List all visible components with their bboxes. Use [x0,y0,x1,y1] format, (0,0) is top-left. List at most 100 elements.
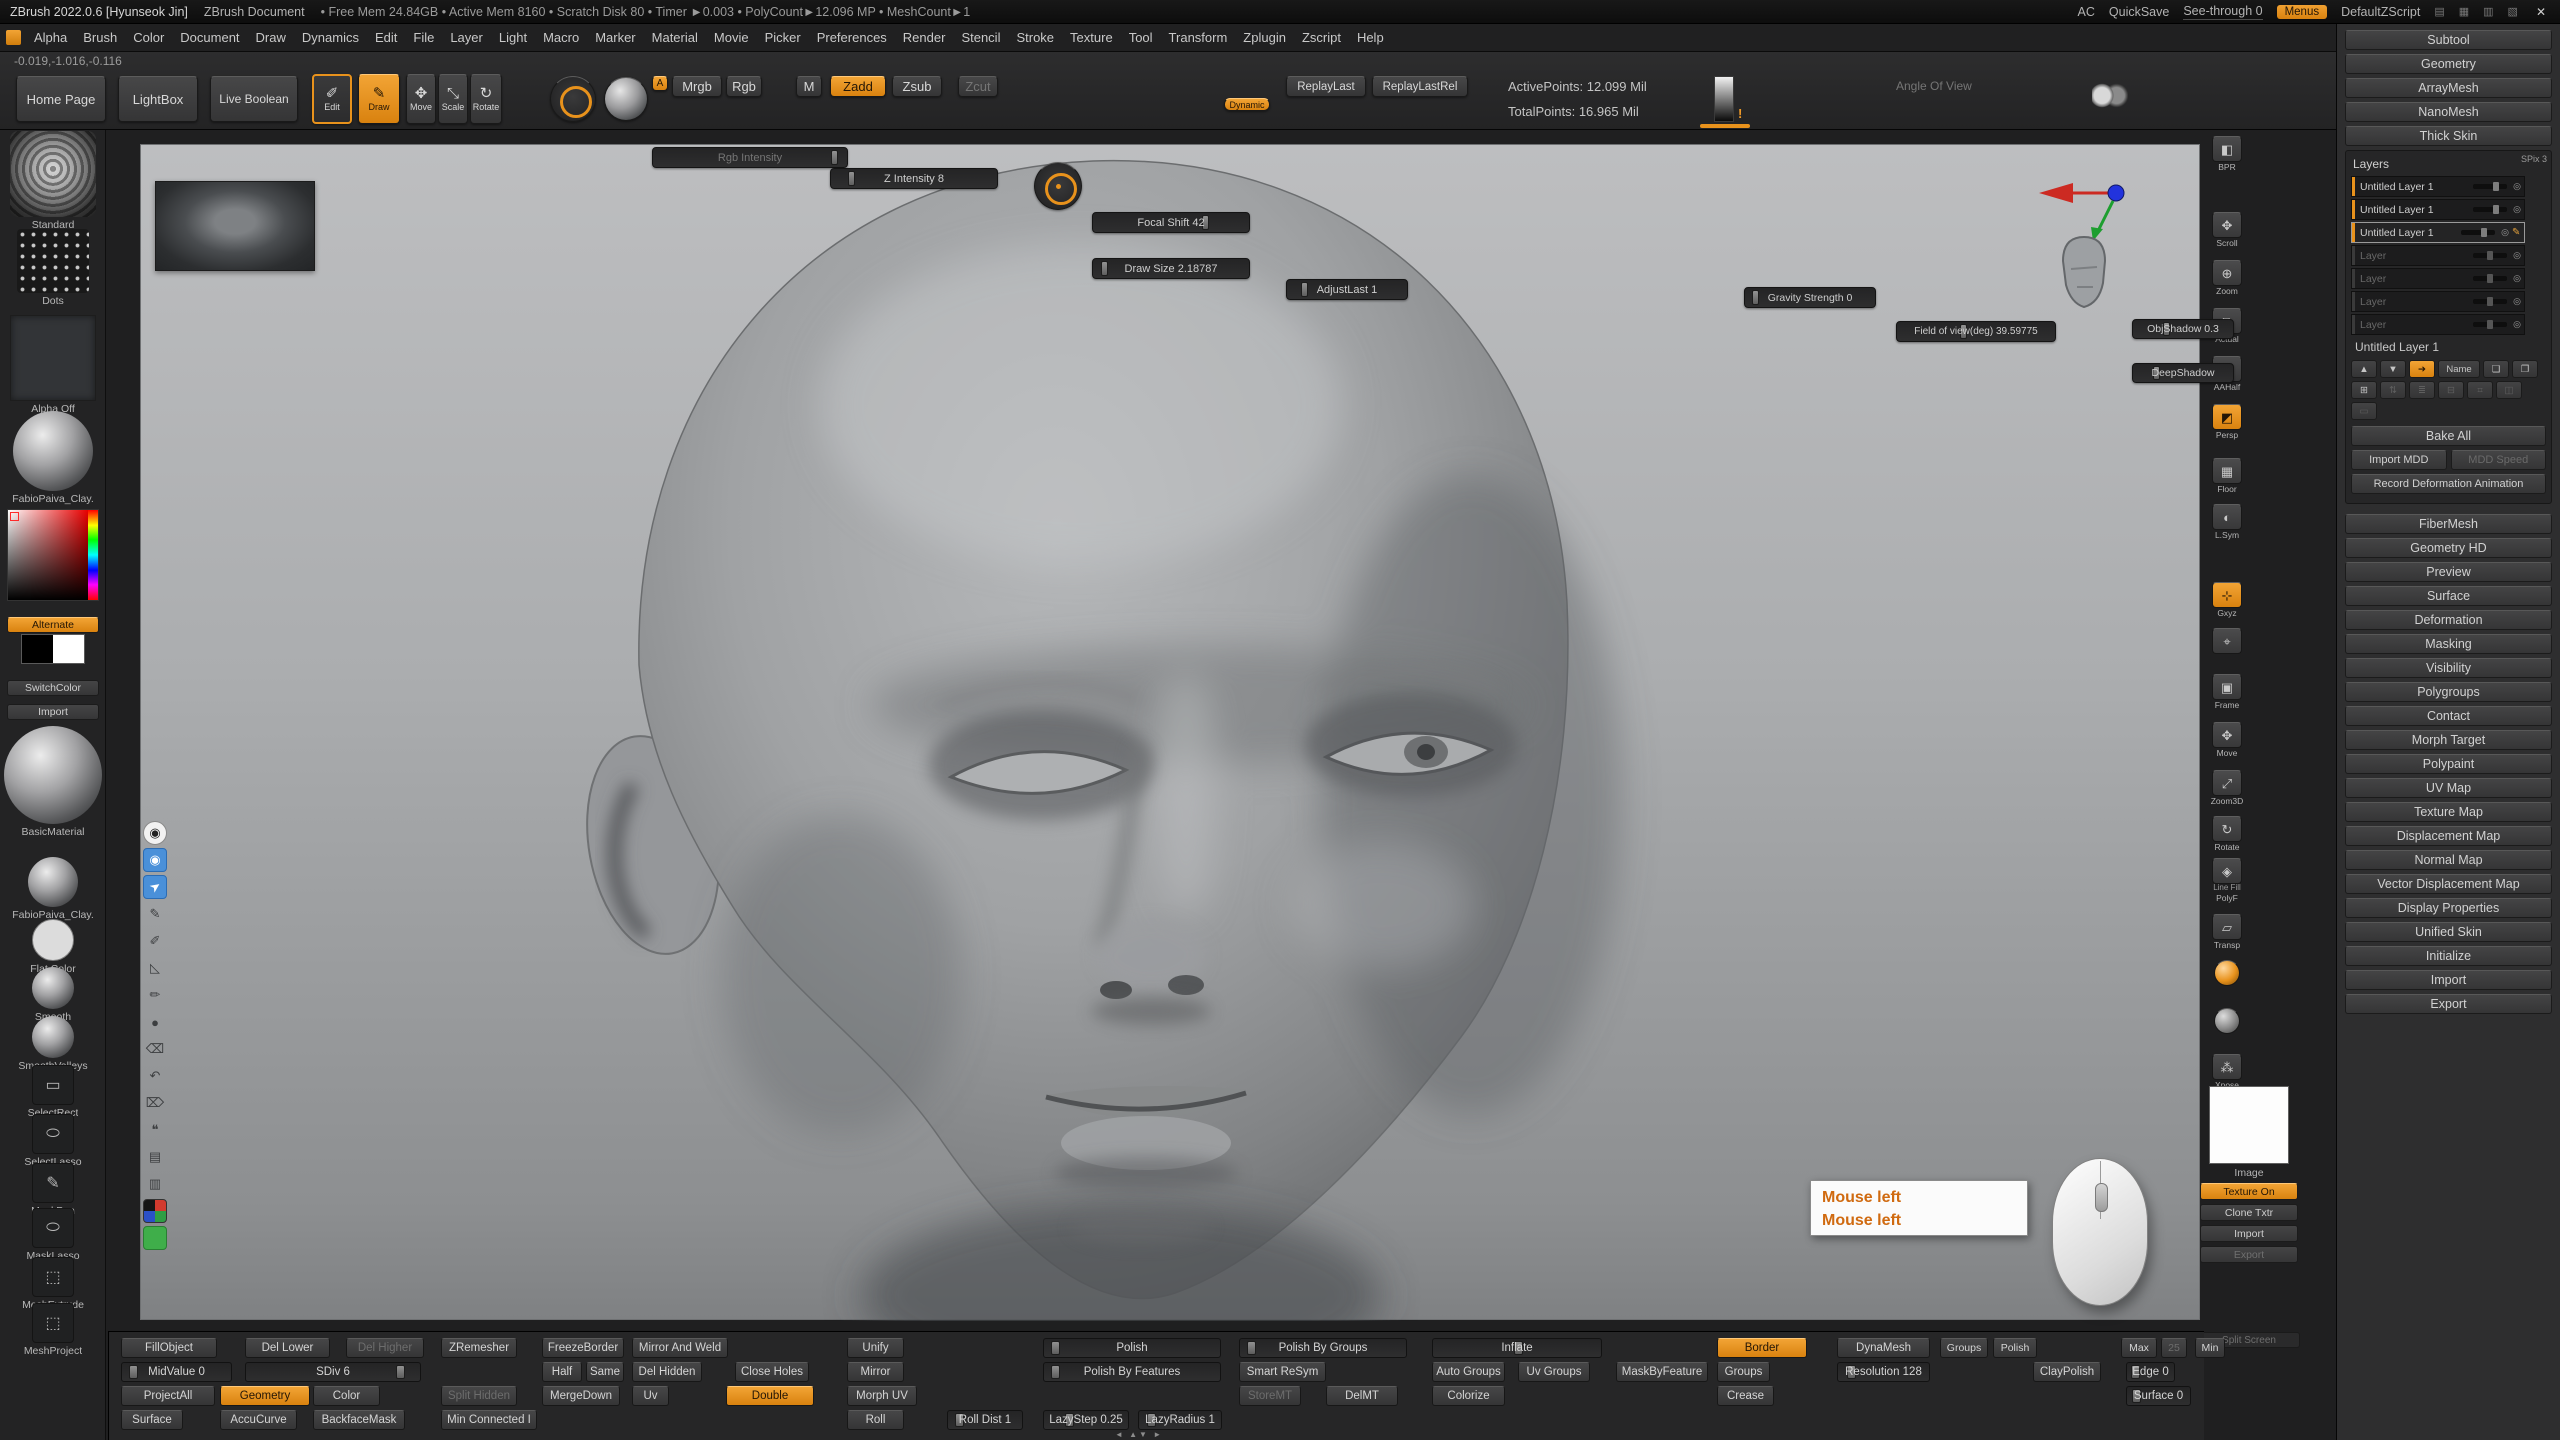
layer-action-button[interactable]: ⇅ [2380,381,2406,399]
tray-item[interactable]: FabioPaiva_Clay. [0,411,106,505]
layer-intensity-slider[interactable] [2473,207,2507,212]
menu-item[interactable]: Light [491,27,535,48]
dock-button[interactable]: Roll Dist 1 [947,1410,1023,1430]
alpha-gradient-thumbnail[interactable] [1714,76,1734,122]
dock-button[interactable]: LazyStep 0.25 [1043,1410,1129,1430]
eraser-icon[interactable]: ⌫ [143,1037,167,1061]
dock-button[interactable]: Surface 0 [2126,1386,2191,1406]
layer-intensity-slider[interactable] [2473,253,2507,258]
right-shelf-button[interactable]: ◈ Line Fill PolyF [2204,858,2250,903]
zbrush-logo[interactable] [6,30,21,45]
Layer[interactable]: Layer ◎ ✎ [2351,268,2525,289]
dock-button[interactable]: BackfaceMask [313,1410,405,1430]
tray-thumbnail[interactable] [10,131,96,217]
menu-item[interactable]: Macro [535,27,587,48]
menu-item[interactable]: Texture [1062,27,1121,48]
clipboard-icon[interactable]: ▥ [143,1172,167,1196]
dot-brush-icon[interactable]: ● [143,1010,167,1034]
default-zscript-button[interactable]: DefaultZScript [2341,5,2420,19]
layout-icon[interactable]: ▤ [2434,5,2444,18]
current-material-button[interactable] [604,77,648,121]
right-shelf-icon[interactable]: ▣ [2212,674,2242,700]
layer-action-button[interactable]: ▼ [2380,360,2406,378]
dock-button[interactable]: Polish [1043,1338,1221,1358]
right-shelf-button[interactable]: ⊹ Gxyz [2204,582,2250,618]
dock-button[interactable]: LazyRadius 1 [1138,1410,1222,1430]
layer-intensity-slider[interactable] [2461,230,2495,235]
dock-button[interactable]: StoreMT [1239,1386,1301,1406]
Layer[interactable]: Layer ◎ ✎ [2351,245,2525,266]
tray-item[interactable] [0,509,106,603]
texture-thumbnail[interactable] [2209,1086,2289,1164]
tray-thumbnail[interactable] [32,1208,74,1248]
draw-mode-button[interactable]: ✎Draw [358,74,400,124]
layer-intensity-slider[interactable] [2473,299,2507,304]
marker-icon[interactable]: ✐ [143,929,167,953]
tray-thumbnail[interactable] [28,857,78,907]
move-mode-button[interactable]: ✥Move [406,74,436,124]
z-intensity-slider[interactable]: Z Intensity 8 [830,168,998,189]
palette-section-button[interactable]: Preview [2345,562,2552,582]
right-shelf-button[interactable]: ✥ Move [2204,722,2250,758]
dock-button[interactable]: Double [726,1386,814,1406]
palette-section-button[interactable]: Polypaint [2345,754,2552,774]
dock-button[interactable]: Polish By Features [1043,1362,1221,1382]
dock-button[interactable]: Surface [121,1410,183,1430]
dock-button[interactable]: Colorize [1432,1386,1505,1406]
replay-last-button[interactable]: ReplayLast [1286,76,1366,97]
right-shelf-button[interactable]: ◩ Persp [2204,404,2250,440]
mrgb-button[interactable]: Mrgb [672,76,722,97]
layer-eye-icon[interactable]: ◎ [2510,204,2524,215]
image-icon[interactable]: ▤ [143,1145,167,1169]
rotate-mode-button[interactable]: ↻Rotate [470,74,502,124]
menu-item[interactable]: Layer [442,27,491,48]
palette-section-button[interactable]: Displacement Map [2345,826,2552,846]
dock-button[interactable]: Close Holes [735,1362,809,1382]
deep-shadow-slider[interactable]: DeepShadow [2132,363,2234,383]
menu-item[interactable]: File [405,27,442,48]
stroke-preview-button[interactable] [1034,162,1082,210]
layer-action-button[interactable]: Name [2438,360,2480,378]
dock-button[interactable]: Del Hidden [632,1362,702,1382]
palette-section-button[interactable]: Geometry [2345,54,2552,74]
palette-section-button[interactable]: Initialize [2345,946,2552,966]
live-boolean-button[interactable]: Live Boolean [210,76,298,122]
dock-button[interactable]: Resolution 128 [1837,1362,1930,1382]
dock-button[interactable]: FillObject [121,1338,217,1358]
right-shelf-icon[interactable]: ⊕ [2212,260,2242,286]
menu-item[interactable]: Brush [75,27,125,48]
right-shelf-button[interactable]: ● [2204,960,2250,987]
tray-item[interactable]: SelectRect [0,1065,106,1119]
palette-section-button[interactable]: Display Properties [2345,898,2552,918]
layer-action-button[interactable]: ❐ [2512,360,2538,378]
tray-item[interactable]: Import [0,702,106,720]
dock-button[interactable]: Mirror [847,1362,904,1382]
dock-button[interactable]: Edge 0 [2126,1362,2175,1382]
menu-item[interactable]: Marker [587,27,643,48]
dock-button[interactable]: Uv [632,1386,669,1406]
right-shelf-button[interactable]: ▦ Floor [2204,458,2250,494]
dock-button[interactable]: Max [2121,1338,2157,1358]
dock-button[interactable]: Split Hidden [441,1386,517,1406]
dock-button[interactable]: MergeDown [542,1386,620,1406]
right-shelf-button[interactable]: ◧ BPR [2204,136,2250,172]
zadd-button[interactable]: Zadd [830,76,886,97]
palette-section-button[interactable]: Geometry HD [2345,538,2552,558]
menu-item[interactable]: Alpha [26,27,75,48]
dock-button[interactable]: Color [313,1386,380,1406]
right-shelf-button[interactable]: ⊕ Zoom [2204,260,2250,296]
Untitled Layer 1[interactable]: Untitled Layer 1 ◎ ✎ [2351,176,2525,197]
palette-section-button[interactable]: Contact [2345,706,2552,726]
tray-thumbnail[interactable] [10,315,96,401]
Untitled Layer 1[interactable]: Untitled Layer 1 ◎ ✎ [2351,222,2525,243]
pen-icon[interactable]: ✎ [143,902,167,926]
dock-button[interactable]: ZRemesher [441,1338,517,1358]
right-shelf-icon[interactable]: ⤢ [2212,770,2242,796]
gravity-strength-slider[interactable]: Gravity Strength 0 [1744,287,1876,308]
palette-section-button[interactable]: NanoMesh [2345,102,2552,122]
right-shelf-button[interactable]: ↻ Rotate [2204,816,2250,852]
slider-handle[interactable] [1101,261,1108,276]
dock-button[interactable]: MidValue 0 [121,1362,232,1382]
trash-icon[interactable]: ⌦ [143,1091,167,1115]
zsub-button[interactable]: Zsub [892,76,942,97]
